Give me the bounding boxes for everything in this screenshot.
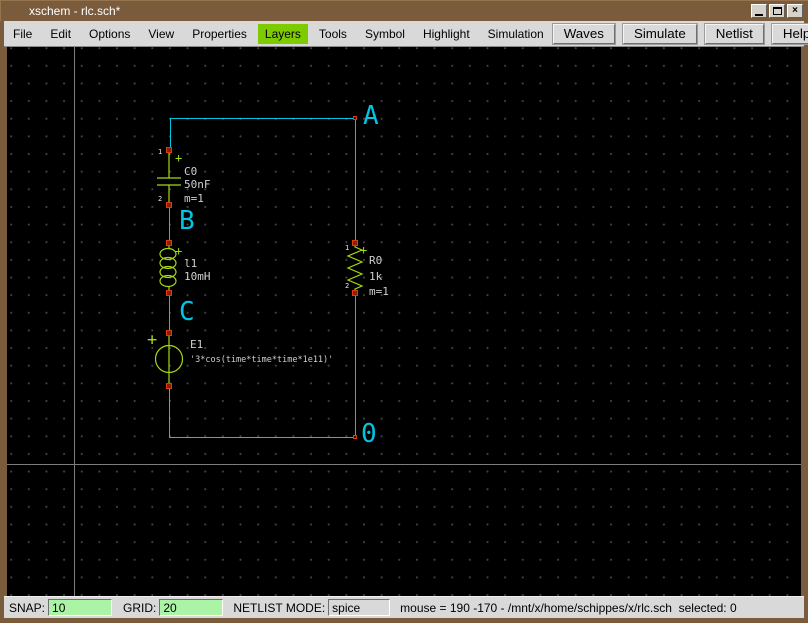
minimize-icon: [755, 14, 763, 16]
grid-label: GRID:: [123, 601, 156, 615]
net-label-b[interactable]: B: [179, 208, 195, 234]
titlebar[interactable]: xschem - rlc.sch* ×: [0, 0, 808, 21]
menu-edit[interactable]: Edit: [43, 24, 78, 44]
netlist-mode-input[interactable]: spice: [328, 599, 390, 616]
close-icon: ×: [792, 6, 798, 16]
resistor-mult: m=1: [369, 286, 389, 297]
grid-value: 20: [163, 601, 176, 615]
wire-node-c[interactable]: [169, 293, 170, 333]
schematic-canvas[interactable]: 1 2 + C0 50nF m=1 B + l1 10mH C + E1 '3*…: [7, 47, 801, 596]
netlist-button[interactable]: Netlist: [705, 24, 764, 44]
capacitor-pin2-number: 2: [158, 196, 162, 203]
inductor-plus-mark: +: [175, 245, 182, 257]
resistor-pin1-number: 1: [345, 245, 349, 252]
menu-file[interactable]: File: [6, 24, 39, 44]
wire-left-lower[interactable]: [169, 386, 170, 437]
wire-node-b[interactable]: [169, 205, 170, 243]
xschem-window: { "colors": { "wire": "#00c5e5", "symbol…: [0, 0, 808, 623]
resistor-pin1: [352, 240, 358, 246]
menu-properties[interactable]: Properties: [185, 24, 254, 44]
menu-highlight[interactable]: Highlight: [416, 24, 477, 44]
source-pin2: [166, 383, 172, 389]
snap-label: SNAP:: [9, 601, 45, 615]
capacitor-plus-mark: +: [175, 152, 182, 164]
resistor-plus-mark: +: [360, 244, 367, 256]
wire-left-upper[interactable]: [170, 118, 171, 150]
resistor-pin2-number: 2: [345, 283, 349, 290]
snap-input[interactable]: 10: [48, 599, 112, 616]
wire-right-lower[interactable]: [355, 293, 356, 437]
netlist-mode-label: NETLIST MODE:: [233, 601, 325, 615]
net-a-pin-mark: [353, 116, 357, 120]
netlist-mode-value: spice: [332, 601, 360, 615]
window-controls: ×: [751, 4, 803, 18]
inductor-pin2: [166, 290, 172, 296]
menu-symbol[interactable]: Symbol: [358, 24, 412, 44]
wire-bottom[interactable]: [169, 437, 356, 438]
grid-input[interactable]: 20: [159, 599, 223, 616]
capacitor-pin1: [166, 147, 172, 153]
close-button[interactable]: ×: [787, 4, 803, 18]
menu-simulation[interactable]: Simulation: [481, 24, 551, 44]
window-title: xschem - rlc.sch*: [29, 4, 120, 18]
mouse-status-text: mouse = 190 -170 - /mnt/x/home/schippes/…: [400, 601, 737, 615]
inductor-ref: l1: [184, 258, 197, 269]
help-button[interactable]: Help: [772, 24, 808, 44]
menu-layers[interactable]: Layers: [258, 24, 308, 44]
source-value: '3*cos(time*time*time*1e11)': [190, 356, 333, 365]
menu-options[interactable]: Options: [82, 24, 137, 44]
origin-axis-horizontal: [7, 464, 801, 465]
simulate-button[interactable]: Simulate: [623, 24, 697, 44]
menu-tools[interactable]: Tools: [312, 24, 354, 44]
resistor-pin2: [352, 290, 358, 296]
capacitor-value: 50nF: [184, 179, 211, 190]
menubar: File Edit Options View Properties Layers…: [4, 21, 804, 47]
wire-top[interactable]: [170, 118, 356, 119]
maximize-icon: [773, 7, 782, 15]
waves-button[interactable]: Waves: [553, 24, 615, 44]
capacitor-pin2: [166, 202, 172, 208]
source-ref: E1: [190, 339, 203, 350]
maximize-button[interactable]: [769, 4, 785, 18]
source-symbol[interactable]: [155, 330, 195, 390]
capacitor-pin1-number: 1: [158, 149, 162, 156]
menu-view[interactable]: View: [141, 24, 181, 44]
net-0-pin-mark: [353, 435, 357, 439]
source-plus-mark: +: [147, 332, 157, 349]
origin-axis-vertical: [74, 47, 75, 596]
snap-value: 10: [52, 601, 65, 615]
source-pin1: [166, 330, 172, 336]
net-label-a[interactable]: A: [363, 103, 379, 129]
inductor-value: 10mH: [184, 271, 211, 282]
inductor-pin1: [166, 240, 172, 246]
resistor-value: 1k: [369, 271, 382, 282]
capacitor-ref: C0: [184, 166, 197, 177]
minimize-button[interactable]: [751, 4, 767, 18]
wire-right-upper[interactable]: [355, 118, 356, 243]
net-label-c[interactable]: C: [179, 299, 195, 325]
resistor-ref: R0: [369, 255, 382, 266]
capacitor-mult: m=1: [184, 193, 204, 204]
statusbar: SNAP: 10 GRID: 20 NETLIST MODE: spice mo…: [4, 596, 804, 618]
net-label-0[interactable]: 0: [361, 421, 377, 447]
